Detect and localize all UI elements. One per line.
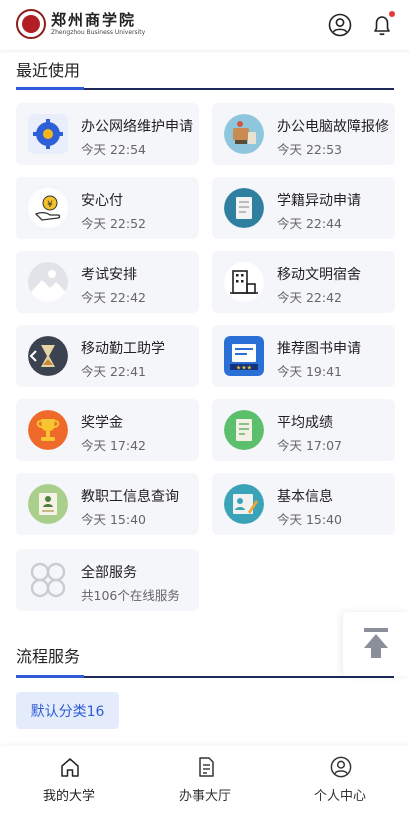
- service-time: 今天 22:53: [277, 142, 342, 157]
- section-divider: [16, 87, 394, 90]
- service-card[interactable]: 办公电脑故障报修 今天 22:53: [212, 103, 395, 165]
- trophy-icon: [28, 410, 68, 450]
- service-card[interactable]: 奖学金 今天 17:42: [16, 399, 199, 461]
- service-time: 今天 15:40: [277, 512, 342, 527]
- all-services-count: 共106个在线服务: [81, 588, 180, 603]
- gear-network-icon: [28, 114, 68, 154]
- category-chip[interactable]: 默认分类16: [16, 692, 119, 729]
- service-card[interactable]: 办公网络维护申请 今天 22:54: [16, 103, 199, 165]
- notification-dot: [389, 11, 395, 17]
- home-icon: [61, 758, 79, 777]
- service-time: 今天 22:42: [277, 290, 342, 305]
- service-name: 移动文明宿舍: [277, 267, 361, 283]
- service-name: 考试安排: [81, 267, 137, 283]
- svg-text:¥: ¥: [47, 200, 53, 210]
- service-card[interactable]: 学籍异动申请 今天 22:44: [212, 177, 395, 239]
- arrow-up-icon: [364, 628, 388, 658]
- service-name: 基本信息: [277, 489, 333, 505]
- logo-english-name: Zhengzhou Business University: [51, 28, 146, 36]
- top-header: 郑州商学院 Zhengzhou Business University: [0, 0, 410, 50]
- service-name: 安心付: [81, 193, 123, 209]
- service-name: 学籍异动申请: [277, 193, 361, 209]
- hourglass-icon: [28, 336, 68, 376]
- payment-hand-icon: ¥: [28, 188, 68, 228]
- book-recommend-icon: ★★★: [224, 336, 264, 376]
- service-time: 今天 15:40: [81, 512, 146, 527]
- service-card[interactable]: 移动文明宿舍 今天 22:42: [212, 251, 395, 313]
- dormitory-building-icon: [224, 262, 264, 302]
- service-time: 今天 22:42: [81, 290, 146, 305]
- grade-report-icon: [224, 410, 264, 450]
- service-card[interactable]: ★★★ 推荐图书申请 今天 19:41: [212, 325, 395, 387]
- service-name: 教职工信息查询: [81, 489, 179, 505]
- student-record-icon: [224, 188, 264, 228]
- profile-edit-icon: [224, 484, 264, 524]
- exam-mountain-icon: [28, 262, 68, 302]
- back-to-top-button[interactable]: [343, 612, 410, 676]
- all-services-card[interactable]: 全部服务 共106个在线服务: [16, 549, 199, 611]
- tab-label: 我的大学: [42, 789, 95, 804]
- service-name: 奖学金: [81, 415, 123, 431]
- service-name: 移动勤工助学: [81, 341, 165, 357]
- service-card[interactable]: 移动勤工助学 今天 22:41: [16, 325, 199, 387]
- tab-label: 办事大厅: [178, 789, 231, 804]
- university-logo: 郑州商学院 Zhengzhou Business University: [16, 9, 145, 39]
- service-card[interactable]: ¥ 安心付 今天 22:52: [16, 177, 199, 239]
- grid-flower-icon: [30, 562, 66, 598]
- section-title-process: 流程服务: [16, 647, 81, 666]
- user-circle-icon: [330, 756, 352, 778]
- service-time: 今天 17:42: [81, 438, 146, 453]
- tab-my-university[interactable]: 我的大学: [14, 746, 124, 813]
- service-time: 今天 22:52: [81, 216, 146, 231]
- service-card[interactable]: 基本信息 今天 15:40: [212, 473, 395, 535]
- logo-chinese-name: 郑州商学院: [51, 10, 137, 29]
- service-time: 今天 17:07: [277, 438, 342, 453]
- service-card[interactable]: 平均成绩 今天 17:07: [212, 399, 395, 461]
- university-seal-icon: [16, 9, 46, 39]
- tab-service-hall[interactable]: 办事大厅: [150, 746, 260, 813]
- user-circle-icon[interactable]: [328, 13, 352, 37]
- computer-repair-icon: [224, 114, 264, 154]
- service-time: 今天 22:54: [81, 142, 146, 157]
- service-card[interactable]: 考试安排 今天 22:42: [16, 251, 199, 313]
- service-name: 办公电脑故障报修: [277, 119, 389, 135]
- tab-personal-center[interactable]: 个人中心: [285, 746, 395, 813]
- svg-text:★★★: ★★★: [236, 365, 252, 372]
- bottom-navigation: 我的大学 办事大厅 个人中心: [0, 746, 410, 813]
- service-time: 今天 22:44: [277, 216, 342, 231]
- service-name: 办公网络维护申请: [81, 119, 193, 135]
- service-time: 今天 22:41: [81, 364, 146, 379]
- section-divider: [16, 675, 394, 678]
- service-name: 推荐图书申请: [277, 341, 361, 357]
- service-name: 平均成绩: [277, 415, 333, 431]
- tab-label: 个人中心: [313, 789, 366, 804]
- service-card[interactable]: 教职工信息查询 今天 15:40: [16, 473, 199, 535]
- all-services-title: 全部服务: [81, 565, 137, 581]
- section-title-recent: 最近使用: [16, 61, 81, 80]
- staff-info-icon: [28, 484, 68, 524]
- document-icon: [199, 757, 214, 777]
- service-time: 今天 19:41: [277, 364, 342, 379]
